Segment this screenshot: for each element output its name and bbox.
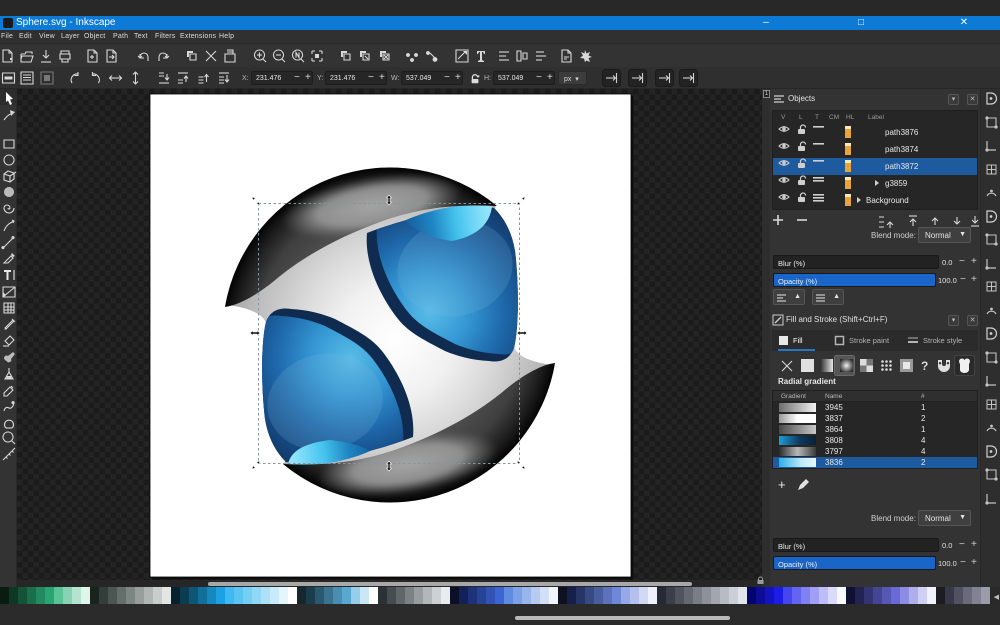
svg-text:?: ? (921, 359, 928, 373)
